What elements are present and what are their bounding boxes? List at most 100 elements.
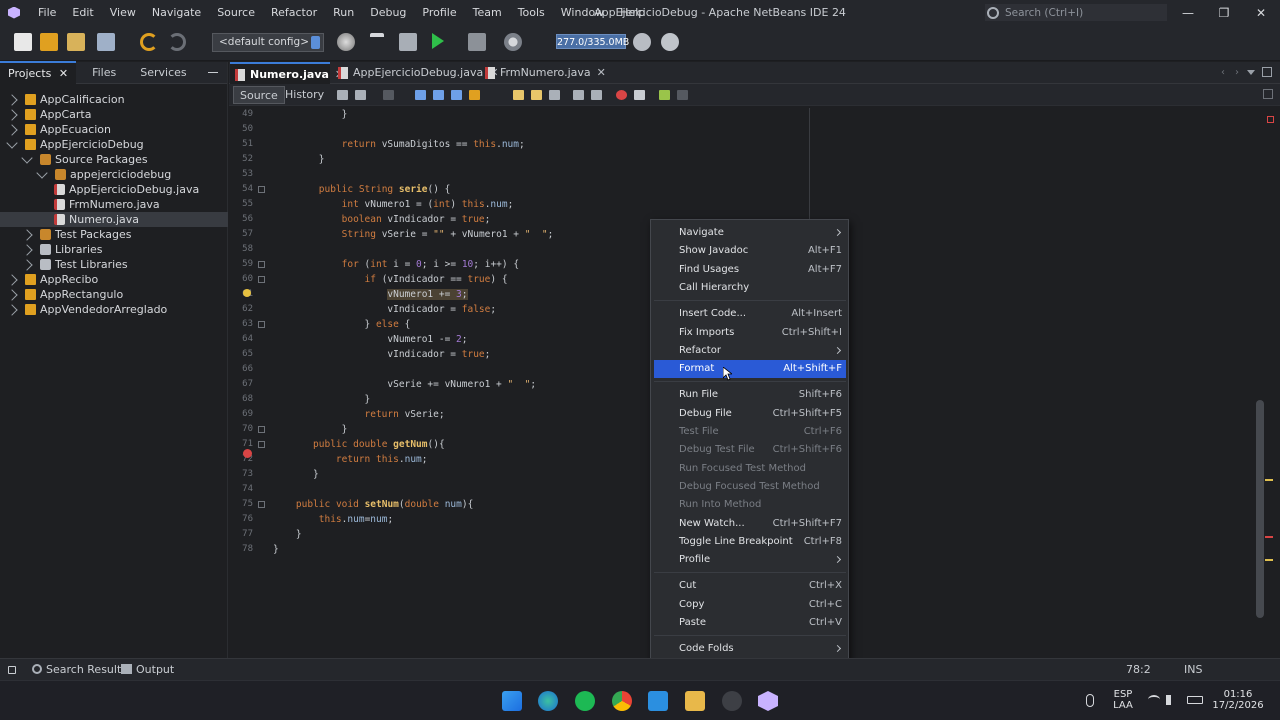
fold-toggle-icon[interactable] [258, 261, 265, 268]
fold-toggle-icon[interactable] [258, 501, 265, 508]
back-icon[interactable] [355, 90, 366, 100]
run-icon[interactable] [432, 33, 444, 49]
open-project-icon[interactable] [67, 33, 85, 51]
new-file-icon[interactable] [14, 33, 32, 51]
chevron-down-icon[interactable] [21, 152, 33, 164]
menu-item-insert-code[interactable]: Insert Code... Alt+Insert [654, 305, 846, 323]
toggle-bookmark-icon[interactable] [549, 90, 560, 100]
menu-item-toggle-line-breakpoint[interactable]: Toggle Line Breakpoint Ctrl+F8 [654, 533, 846, 551]
chevron-right-icon[interactable] [6, 304, 18, 316]
spotify-icon[interactable] [575, 691, 595, 711]
fold-toggle-icon[interactable] [258, 426, 265, 433]
hint-bulb-icon[interactable] [243, 289, 251, 297]
tab-source[interactable]: Source [233, 86, 285, 104]
chevron-right-icon[interactable] [6, 124, 18, 136]
menu-item-fix-imports[interactable]: Fix Imports Ctrl+Shift+I [654, 324, 846, 342]
menu-item-navigate[interactable]: Navigate [654, 224, 846, 242]
next-bookmark-icon[interactable] [531, 90, 542, 100]
tab-list-icon[interactable] [1247, 70, 1255, 75]
editor-scrollbar[interactable] [1256, 400, 1264, 618]
menu-team[interactable]: Team [465, 0, 510, 25]
menu-item-test-file[interactable]: Test File Ctrl+F6 [654, 423, 846, 441]
tab-history[interactable]: History [279, 86, 330, 104]
menu-view[interactable]: View [102, 0, 144, 25]
menu-item-format[interactable]: Format Alt+Shift+F [654, 360, 846, 379]
tab-projects[interactable]: Projects ✕ [0, 60, 77, 85]
save-all-icon[interactable] [97, 33, 115, 51]
menu-item-run-focused-test-method[interactable]: Run Focused Test Method [654, 460, 846, 478]
fold-toggle-icon[interactable] [258, 186, 265, 193]
error-mark[interactable] [1265, 536, 1273, 538]
microphone-icon[interactable] [1086, 694, 1094, 707]
menu-item-call-hierarchy[interactable]: Call Hierarchy [654, 279, 846, 297]
config-select[interactable]: <default config> [212, 33, 324, 52]
tree-item[interactable]: Libraries [0, 242, 228, 257]
fold-toggle-icon[interactable] [258, 441, 265, 448]
tree-item[interactable]: Test Libraries [0, 257, 228, 272]
tab-numero-java[interactable]: Numero.java✕ [230, 62, 344, 84]
windows-start-icon[interactable] [502, 691, 522, 711]
forward-icon[interactable] [383, 90, 394, 100]
tree-item[interactable]: AppRectangulo [0, 287, 228, 302]
menu-edit[interactable]: Edit [64, 0, 101, 25]
tree-item[interactable]: Numero.java [0, 212, 228, 227]
tab-appejerciciodebug-java[interactable]: AppEjercicioDebug.java✕ [333, 62, 498, 84]
split-editor-icon[interactable] [1263, 89, 1273, 99]
menu-tools[interactable]: Tools [510, 0, 553, 25]
menu-item-code-folds[interactable]: Code Folds [654, 640, 846, 658]
input-language[interactable]: ESP LAA [1110, 689, 1136, 711]
shift-right-icon[interactable] [591, 90, 602, 100]
tree-item[interactable]: AppEcuacion [0, 122, 228, 137]
memory-indicator[interactable]: 277.0/335.0MB [556, 34, 629, 49]
chevron-down-icon[interactable] [36, 167, 48, 179]
chevron-down-icon[interactable] [6, 137, 18, 149]
menu-file[interactable]: File [30, 0, 64, 25]
tree-item[interactable]: AppEjercicioDebug [0, 137, 228, 152]
maximize-button[interactable]: ❐ [1206, 0, 1242, 25]
menu-item-refactor[interactable]: Refactor [654, 342, 846, 360]
tree-item[interactable]: Source Packages [0, 152, 228, 167]
clock[interactable]: 01:16 17/2/2026 [1208, 689, 1268, 711]
tree-item[interactable]: AppRecibo [0, 272, 228, 287]
redo-icon[interactable] [168, 33, 186, 51]
tree-item[interactable]: AppVendedorArreglado [0, 302, 228, 317]
wifi-icon[interactable] [1148, 695, 1160, 704]
start-macro-icon[interactable] [616, 90, 627, 100]
menu-item-find-usages[interactable]: Find Usages Alt+F7 [654, 261, 846, 279]
minimize-button[interactable]: — [1170, 0, 1206, 25]
shift-left-icon[interactable] [573, 90, 584, 100]
new-project-icon[interactable] [40, 33, 58, 51]
tab-files[interactable]: Files [84, 62, 124, 84]
tree-item[interactable]: AppEjercicioDebug.java [0, 182, 228, 197]
warning-mark[interactable] [1265, 559, 1273, 561]
gc-icon[interactable] [633, 33, 651, 51]
tree-item[interactable]: AppCalificacion [0, 92, 228, 107]
chevron-right-icon[interactable] [6, 274, 18, 286]
tree-item[interactable]: appejerciciodebug [0, 167, 228, 182]
tree-item[interactable]: AppCarta [0, 107, 228, 122]
tab-scroll-left-icon[interactable]: ‹ [1221, 67, 1225, 78]
fold-toggle-icon[interactable] [258, 276, 265, 283]
netbeans-taskbar-icon[interactable] [758, 691, 778, 711]
menu-item-show-javadoc[interactable]: Show Javadoc Alt+F1 [654, 242, 846, 260]
profile-icon[interactable] [504, 33, 522, 51]
error-icon[interactable] [243, 449, 252, 458]
comment-icon[interactable] [659, 90, 670, 100]
chevron-right-icon[interactable] [6, 94, 18, 106]
clean-build-icon[interactable] [399, 33, 417, 51]
tree-item[interactable]: Test Packages [0, 227, 228, 242]
find-selection-icon[interactable] [415, 90, 426, 100]
tab-services[interactable]: Services [132, 62, 194, 84]
edge-icon[interactable] [538, 691, 558, 711]
menu-profile[interactable]: Profile [414, 0, 464, 25]
menu-item-copy[interactable]: Copy Ctrl+C [654, 596, 846, 614]
chrome-icon[interactable] [612, 691, 632, 711]
menu-item-debug-test-file[interactable]: Debug Test File Ctrl+Shift+F6 [654, 441, 846, 459]
find-previous-icon[interactable] [433, 90, 444, 100]
file-explorer-icon[interactable] [685, 691, 705, 711]
menu-item-debug-file[interactable]: Debug File Ctrl+Shift+F5 [654, 405, 846, 423]
find-next-icon[interactable] [451, 90, 462, 100]
minimize-panel-icon[interactable] [208, 72, 218, 73]
stop-macro-icon[interactable] [634, 90, 645, 100]
menu-item-debug-focused-test-method[interactable]: Debug Focused Test Method [654, 478, 846, 496]
